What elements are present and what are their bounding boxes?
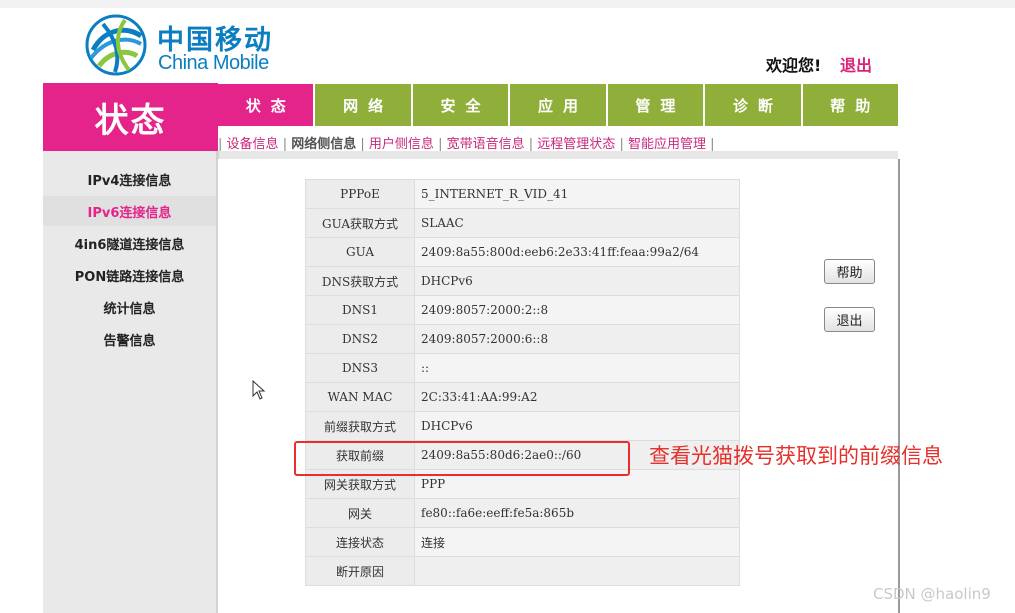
table-row: GUA获取方式 SLAAC xyxy=(305,208,740,238)
sidebar-item-4in6-tunnel[interactable]: 4in6隧道连接信息 xyxy=(43,228,216,258)
subnav-item-device-info[interactable]: 设备信息 xyxy=(227,137,279,152)
tab-diagnostics[interactable]: 诊断 xyxy=(705,84,803,126)
row-value: 连接 xyxy=(414,527,740,557)
row-value: 2409:8057:2000:6::8 xyxy=(414,324,740,354)
subnav-separator: | xyxy=(282,137,288,152)
subnav-separator: | xyxy=(528,137,534,152)
header: 中国移动 China Mobile 欢迎您! 退出 xyxy=(0,8,1015,83)
annotation-text: 查看光猫拨号获取到的前缀信息 xyxy=(649,444,943,468)
help-button[interactable]: 帮助 xyxy=(824,259,875,284)
table-row: DNS2 2409:8057:2000:6::8 xyxy=(305,324,740,354)
logout-button[interactable]: 退出 xyxy=(824,307,875,332)
sidebar-item-pon-link[interactable]: PON链路连接信息 xyxy=(43,260,216,290)
subnav-item-network-side-info[interactable]: 网络侧信息 xyxy=(291,137,356,152)
row-label: 网关 xyxy=(305,498,415,528)
row-value: 2C:33:41:AA:99:A2 xyxy=(414,382,740,412)
table-row: 前缀获取方式 DHCPv6 xyxy=(305,411,740,441)
subnav-item-remote-management-status[interactable]: 远程管理状态 xyxy=(537,137,615,152)
table-row: DNS3:: xyxy=(305,353,740,383)
row-label: DNS获取方式 xyxy=(305,266,415,296)
row-label: DNS1 xyxy=(305,295,415,325)
table-row: DNS1 2409:8057:2000:2::8 xyxy=(305,295,740,325)
row-label: PPPoE xyxy=(305,179,415,209)
sidebar-item-ipv6-connection[interactable]: IPv6连接信息 xyxy=(43,196,216,226)
subnav-separator: | xyxy=(360,137,365,152)
tab-management[interactable]: 管理 xyxy=(607,84,706,126)
subnav-separator: | xyxy=(710,137,715,152)
tab-help[interactable]: 帮助 xyxy=(802,84,898,126)
row-label: 连接状态 xyxy=(305,527,415,557)
row-label: GUA获取方式 xyxy=(305,208,415,238)
subnav-item-user-side-info[interactable]: 用户侧信息 xyxy=(369,137,434,152)
row-value: DHCPv6 xyxy=(414,411,740,441)
table-row: 网关 fe80::fa6e:eeff:fe5a:865b xyxy=(305,498,740,528)
subnav-item-broadband-voice-info[interactable]: 宽带语音信息 xyxy=(447,137,525,152)
prefix-highlight-box xyxy=(294,441,630,476)
tab-application[interactable]: 应用 xyxy=(510,84,608,126)
china-mobile-logo-icon xyxy=(85,14,147,76)
sidebar-item-statistics[interactable]: 统计信息 xyxy=(43,292,216,322)
subnav-divider xyxy=(218,151,898,159)
top-band xyxy=(0,0,1015,8)
subnav-separator: | xyxy=(619,137,624,152)
subnav-item-smart-app-management[interactable]: 智能应用管理 xyxy=(628,137,706,152)
row-value: DHCPv6 xyxy=(414,266,740,296)
subnav-separator: | xyxy=(218,137,223,152)
sidebar: IPv4连接信息 IPv6连接信息 4in6隧道连接信息 PON链路连接信息 统… xyxy=(43,151,219,613)
sidebar-item-alarms[interactable]: 告警信息 xyxy=(43,324,216,354)
table-row: PPPoE 5_INTERNET_R_VID_41 xyxy=(305,179,740,209)
mouse-pointer-icon xyxy=(252,380,266,400)
sub-nav: | 设备信息 | 网络侧信息 | 用户侧信息 | 宽带语音信息 | 远程管理状态… xyxy=(218,133,715,152)
table-row: DNS获取方式 DHCPv6 xyxy=(305,266,740,296)
row-value: SLAAC xyxy=(414,208,740,238)
logout-link[interactable]: 退出 xyxy=(840,52,872,76)
row-value xyxy=(414,556,740,586)
row-label: 断开原因 xyxy=(305,556,415,586)
row-label: WAN MAC xyxy=(305,382,415,412)
watermark: CSDN @haolin9 xyxy=(873,585,991,603)
main-nav: 状态 网络 安全 应用 管理 诊断 帮助 xyxy=(218,84,898,126)
row-value: fe80::fa6e:eeff:fe5a:865b xyxy=(414,498,740,528)
ipv6-info-table: PPPoE 5_INTERNET_R_VID_41 GUA获取方式 SLAAC GU… xyxy=(305,179,740,586)
row-label: DNS3 xyxy=(305,353,415,383)
row-value: 2409:8057:2000:2::8 xyxy=(414,295,740,325)
subnav-separator: | xyxy=(438,137,443,152)
row-label: GUA xyxy=(305,237,415,267)
china-mobile-logo: 中国移动 China Mobile xyxy=(85,14,285,78)
tab-security[interactable]: 安全 xyxy=(412,84,511,126)
brand-name-en: China Mobile xyxy=(158,52,269,74)
sidebar-item-ipv4-connection[interactable]: IPv4连接信息 xyxy=(43,164,216,194)
row-label: 前缀获取方式 xyxy=(305,411,415,441)
row-label: DNS2 xyxy=(305,324,415,354)
tab-network[interactable]: 网络 xyxy=(315,84,413,126)
section-title: 状态 xyxy=(43,83,218,151)
table-row: GUA 2409:8a55:800d:eeb6:2e33:41ff:feaa:99… xyxy=(305,237,740,267)
row-value: 5_INTERNET_R_VID_41 xyxy=(414,179,740,209)
tab-status[interactable]: 状态 xyxy=(218,84,316,126)
table-row: WAN MAC 2C:33:41:AA:99:A2 xyxy=(305,382,740,412)
row-value: :: xyxy=(414,353,740,383)
welcome-text: 欢迎您! xyxy=(766,56,822,75)
row-value: 2409:8a55:800d:eeb6:2e33:41ff:feaa:99a2/… xyxy=(414,237,740,267)
table-row: 断开原因 xyxy=(305,556,740,586)
table-row: 连接状态 连接 xyxy=(305,527,740,557)
